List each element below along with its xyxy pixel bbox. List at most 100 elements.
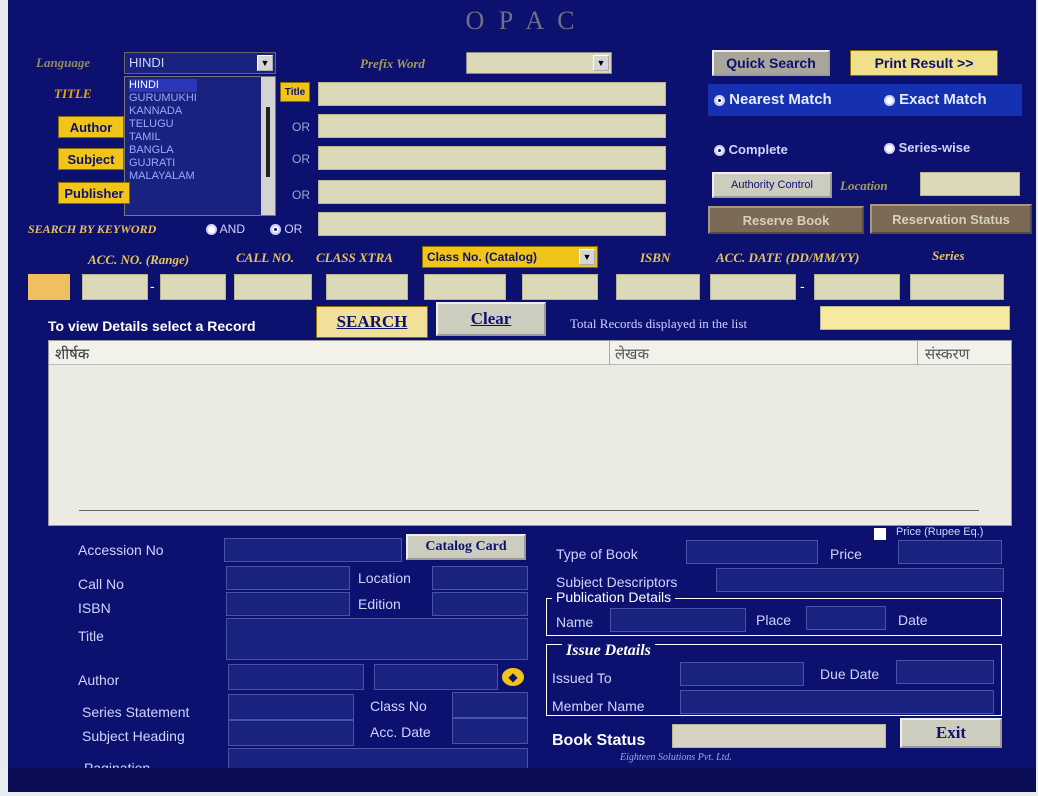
language-option[interactable]: MALAYALAM bbox=[129, 170, 197, 183]
class-no-label: Class No bbox=[370, 698, 427, 714]
language-option[interactable]: TELUGU bbox=[129, 118, 197, 131]
acc-date-to-input[interactable] bbox=[814, 274, 900, 300]
clear-button[interactable]: Clear bbox=[436, 302, 546, 336]
acc-date-label: Acc. Date bbox=[370, 724, 431, 740]
issue-details-title: Issue Details bbox=[562, 642, 655, 660]
price-rupee-eq-checkbox[interactable] bbox=[874, 528, 886, 540]
chevron-down-icon[interactable]: ▼ bbox=[579, 249, 595, 265]
chevron-down-icon[interactable]: ▼ bbox=[593, 55, 609, 71]
isbn-label: ISBN bbox=[640, 250, 671, 265]
publisher-button[interactable]: Publisher bbox=[58, 182, 130, 204]
footer-credit: Eighteen Solutions Pvt. Ltd. bbox=[620, 752, 732, 763]
class-no-catalog-label: Class No. (Catalog) bbox=[427, 250, 538, 264]
title-label: Title bbox=[78, 628, 104, 644]
chevron-down-icon[interactable]: ▼ bbox=[257, 55, 273, 71]
author-lookup-icon[interactable]: ◆ bbox=[502, 668, 524, 686]
or-label: OR bbox=[292, 152, 310, 166]
column-header-edition[interactable]: संस्करण bbox=[925, 344, 969, 364]
location-value bbox=[432, 566, 528, 590]
subject-heading-value bbox=[228, 720, 354, 746]
class-no-input-1[interactable] bbox=[424, 274, 506, 300]
class-no-catalog-select[interactable]: Class No. (Catalog) ▼ bbox=[422, 246, 598, 268]
publisher-search-input[interactable] bbox=[318, 180, 666, 204]
dropdown-scrollbar[interactable] bbox=[261, 77, 275, 215]
location-label: Location bbox=[840, 178, 888, 193]
price-value bbox=[898, 540, 1002, 564]
isbn-input[interactable] bbox=[616, 274, 700, 300]
series-wise-radio[interactable]: Series-wise bbox=[884, 140, 970, 155]
radio-icon bbox=[206, 224, 217, 236]
publication-details-title: Publication Details bbox=[552, 589, 676, 605]
location-input[interactable] bbox=[920, 172, 1020, 196]
publication-place-value bbox=[806, 606, 886, 630]
author-button[interactable]: Author bbox=[58, 116, 124, 138]
authority-control-button[interactable]: Authority Control bbox=[712, 172, 832, 198]
language-option[interactable]: GURUMUKHI bbox=[129, 92, 197, 105]
language-option[interactable]: HINDI bbox=[129, 79, 197, 92]
or-radio[interactable]: OR bbox=[270, 222, 302, 236]
exact-match-radio[interactable]: Exact Match bbox=[884, 91, 987, 108]
nearest-match-radio[interactable]: Nearest Match bbox=[714, 91, 832, 108]
acc-no-from-input[interactable] bbox=[82, 274, 148, 300]
horizontal-scrollbar[interactable] bbox=[79, 510, 979, 511]
series-input[interactable] bbox=[910, 274, 1004, 300]
accession-no-value bbox=[224, 538, 402, 562]
keyword-search-input[interactable] bbox=[318, 212, 666, 236]
language-select[interactable]: HINDI ▼ bbox=[124, 52, 276, 74]
call-no-label: Call No bbox=[78, 576, 124, 592]
acc-date-value bbox=[452, 718, 528, 744]
language-dropdown-list[interactable]: HINDI GURUMUKHI KANNADA TELUGU TAMIL BANGLA GU… bbox=[124, 76, 276, 216]
author-search-input[interactable] bbox=[318, 114, 666, 138]
results-header: शीर्षक लेखक संस्करण bbox=[49, 341, 1011, 365]
type-of-book-label: Type of Book bbox=[556, 546, 638, 562]
reserve-book-button[interactable]: Reserve Book bbox=[708, 206, 864, 234]
results-table[interactable]: शीर्षक लेखक संस्करण bbox=[48, 340, 1012, 526]
language-option[interactable]: GUJRATI bbox=[129, 157, 197, 170]
subject-descriptors-label: Subject Descriptors bbox=[556, 574, 678, 590]
or-label: OR bbox=[292, 120, 310, 134]
reservation-status-button[interactable]: Reservation Status bbox=[870, 204, 1032, 234]
class-no-input-2[interactable] bbox=[522, 274, 598, 300]
class-xtra-input[interactable] bbox=[326, 274, 408, 300]
call-no-input[interactable] bbox=[234, 274, 312, 300]
quick-search-button[interactable]: Quick Search bbox=[712, 50, 830, 76]
search-button[interactable]: SEARCH bbox=[316, 306, 428, 338]
acc-no-to-input[interactable] bbox=[160, 274, 226, 300]
and-radio[interactable]: AND bbox=[206, 222, 245, 236]
acc-date-from-input[interactable] bbox=[710, 274, 796, 300]
subject-button[interactable]: Subject bbox=[58, 148, 124, 170]
column-header-author[interactable]: लेखक bbox=[615, 344, 649, 364]
language-option[interactable]: BANGLA bbox=[129, 144, 197, 157]
language-option[interactable]: KANNADA bbox=[129, 105, 197, 118]
radio-selected-icon bbox=[714, 145, 725, 157]
title-value bbox=[226, 618, 528, 660]
acc-no-range-label: ACC. NO. (Range) bbox=[88, 252, 190, 267]
bottom-strip bbox=[8, 768, 1036, 792]
isbn-label: ISBN bbox=[78, 600, 111, 616]
type-of-book-value bbox=[686, 540, 818, 564]
accession-no-label: Accession No bbox=[78, 542, 164, 558]
total-records-value bbox=[820, 306, 1010, 330]
catalog-card-button[interactable]: Catalog Card bbox=[406, 534, 526, 560]
due-date-value bbox=[896, 660, 994, 684]
member-name-value bbox=[680, 690, 994, 714]
prefix-word-select[interactable]: ▼ bbox=[466, 52, 612, 74]
title-search-input[interactable] bbox=[318, 82, 666, 106]
print-result-button[interactable]: Print Result >> bbox=[850, 50, 998, 76]
exit-button[interactable]: Exit bbox=[900, 718, 1002, 748]
column-header-title[interactable]: शीर्षक bbox=[55, 344, 605, 364]
language-option[interactable]: TAMIL bbox=[129, 131, 197, 144]
author-label: Author bbox=[78, 672, 120, 688]
search-by-keyword-label: SEARCH BY KEYWORD bbox=[28, 222, 157, 236]
complete-radio[interactable]: Complete bbox=[714, 142, 788, 157]
subject-search-input[interactable] bbox=[318, 146, 666, 170]
or-radio-label: OR bbox=[284, 222, 303, 236]
class-xtra-label: CLASS XTRA bbox=[316, 250, 393, 265]
edition-label: Edition bbox=[358, 596, 401, 612]
total-records-label: Total Records displayed in the list bbox=[570, 316, 748, 331]
radio-icon bbox=[884, 94, 895, 106]
price-label: Price bbox=[830, 546, 862, 562]
view-details-hint: To view Details select a Record bbox=[48, 318, 256, 334]
edition-value bbox=[432, 592, 528, 616]
title-label: TITLE bbox=[54, 86, 92, 101]
